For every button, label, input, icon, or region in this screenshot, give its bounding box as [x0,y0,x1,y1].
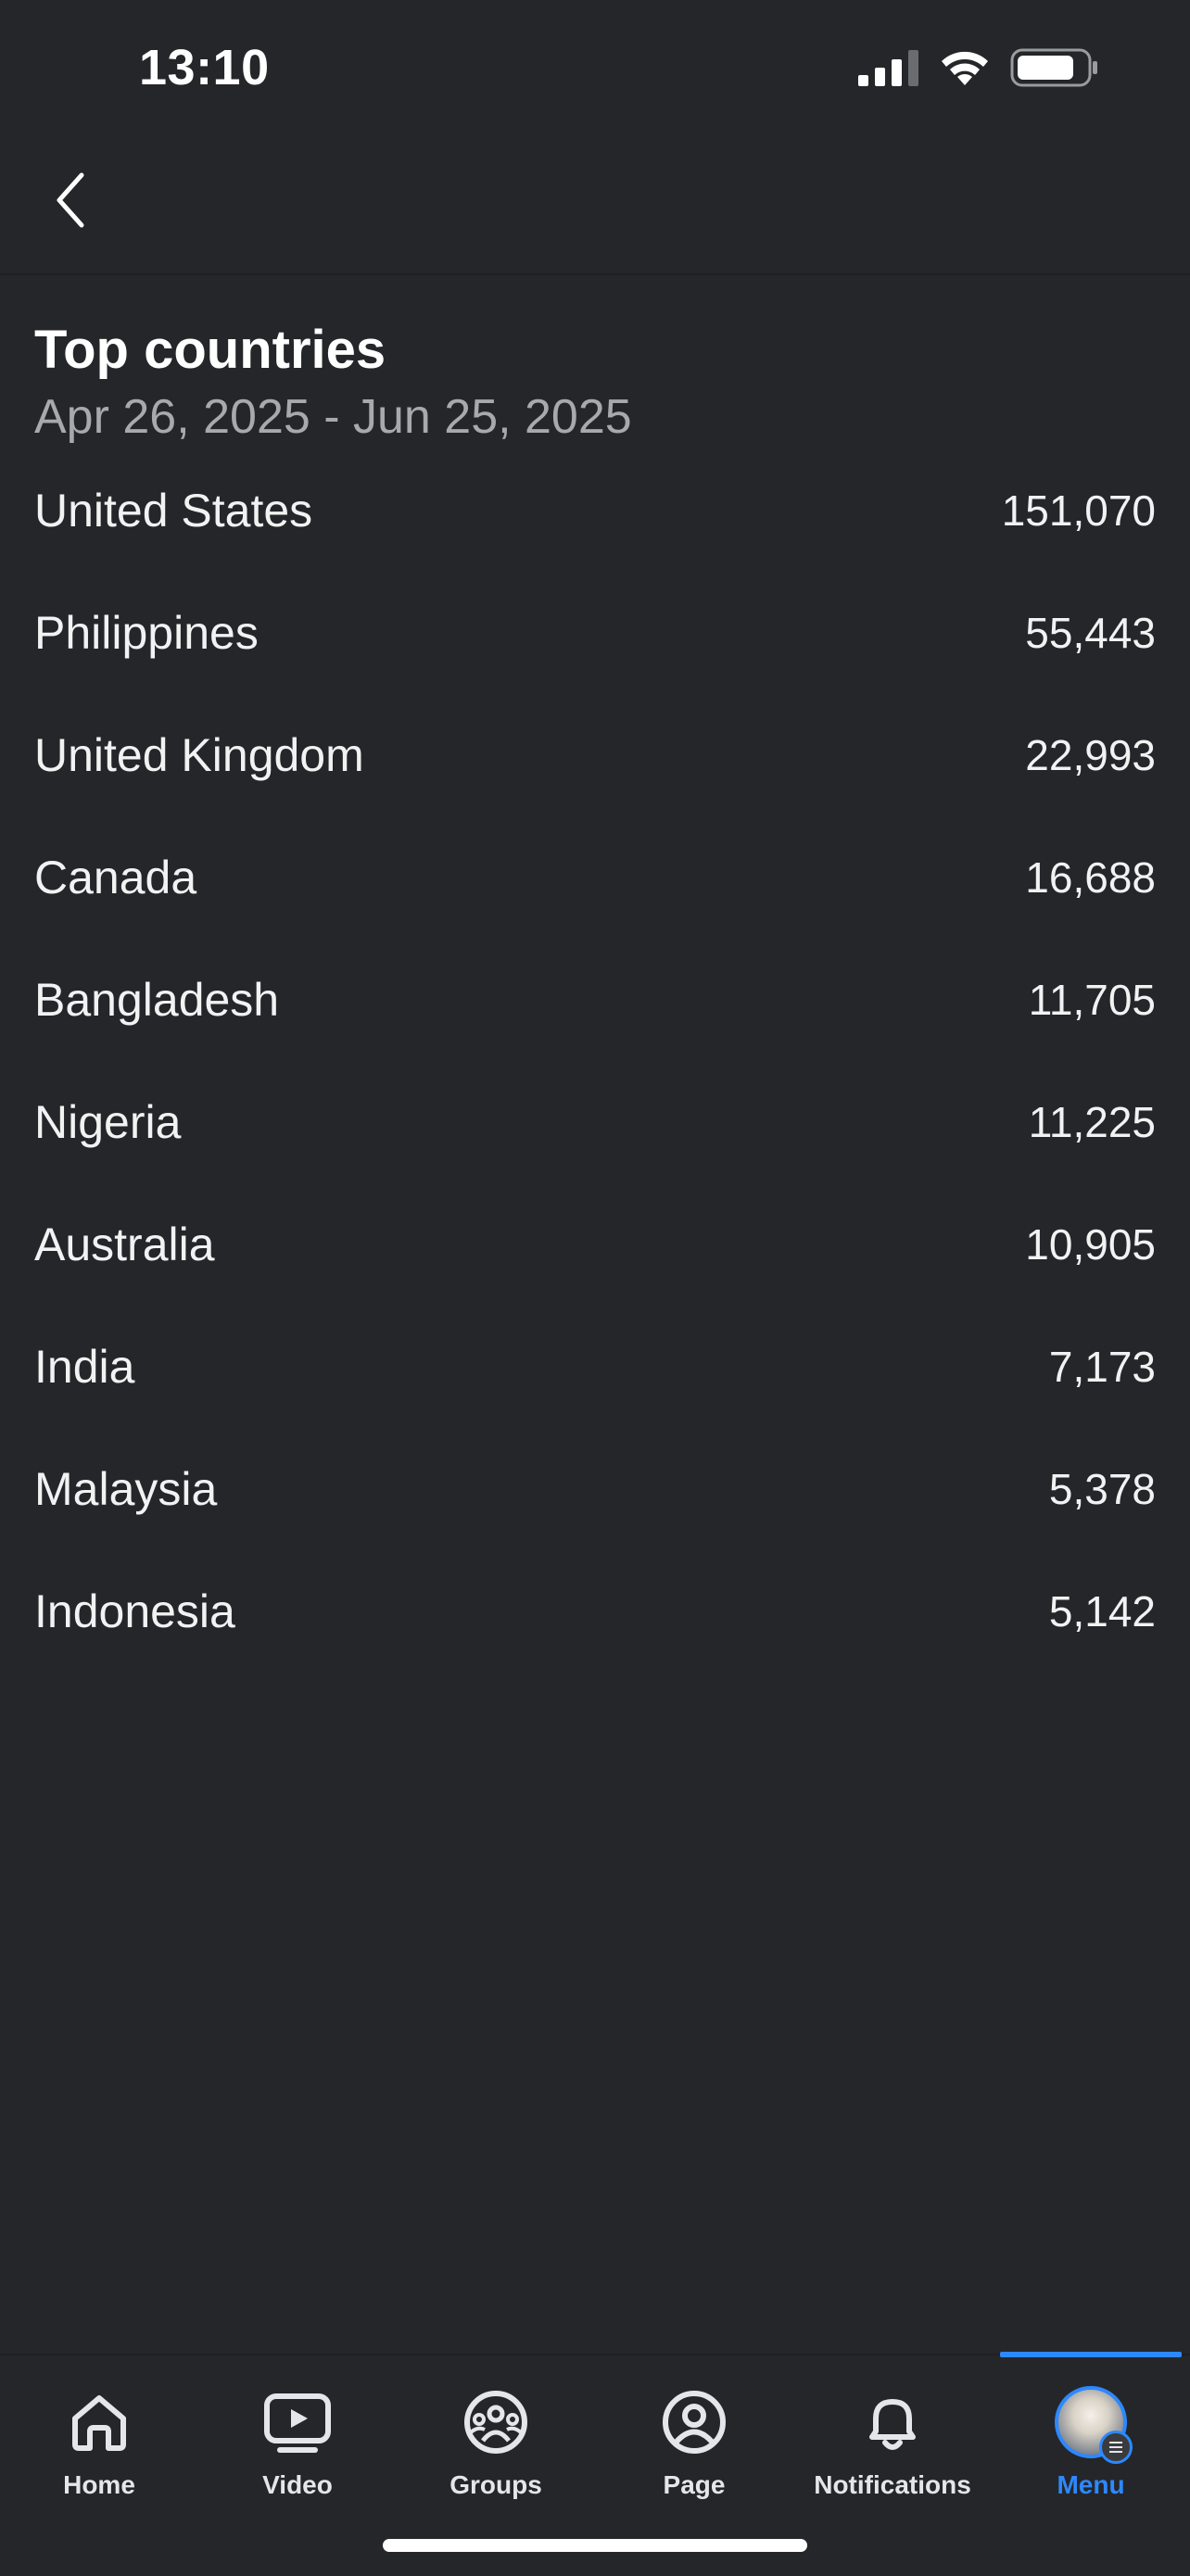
country-name: Malaysia [34,1463,218,1515]
tab-label: Home [63,2470,135,2499]
tab-menu[interactable]: Menu [992,2355,1190,2522]
country-name: United Kingdom [34,729,364,781]
list-item: Bangladesh 11,705 [0,949,1190,1071]
date-range: Apr 26, 2025 - Jun 25, 2025 [34,390,632,444]
home-icon [72,2395,126,2451]
tab-page[interactable]: Page [595,2355,793,2522]
country-value: 10,905 [1025,1220,1156,1269]
video-icon [264,2393,331,2453]
tab-label: Page [663,2470,726,2499]
home-indicator [383,2539,807,2552]
country-value: 5,142 [1048,1587,1156,1635]
list-item: Australia 10,905 [0,1193,1190,1316]
status-time: 13:10 [139,40,270,95]
page-icon [663,2391,726,2454]
country-name: India [34,1341,135,1393]
battery-icon [1010,48,1097,87]
country-name: Indonesia [34,1585,235,1637]
tab-label: Notifications [814,2470,971,2499]
tab-home[interactable]: Home [0,2355,198,2522]
back-button[interactable] [37,167,104,234]
country-value: 55,443 [1025,609,1156,657]
country-value: 11,225 [1028,1098,1156,1146]
country-list: United States 151,070 Philippines 55,443… [0,460,1190,1683]
page-title: Top countries [34,320,386,380]
groups-icon [464,2391,527,2454]
country-name: Nigeria [34,1096,182,1148]
list-item: Canada 16,688 [0,827,1190,949]
list-item: Philippines 55,443 [0,582,1190,704]
country-value: 151,070 [1001,486,1156,535]
country-name: Bangladesh [34,974,280,1026]
status-icons [858,48,1099,87]
chevron-left-icon [57,172,84,228]
tab-video[interactable]: Video [198,2355,397,2522]
tab-notifications[interactable]: Notifications [793,2355,992,2522]
list-item: India 7,173 [0,1316,1190,1438]
menu-badge [1099,2431,1133,2464]
status-bar: 13:10 [0,0,1190,139]
wifi-icon [942,51,988,85]
country-value: 22,993 [1025,731,1156,779]
avatar [1055,2386,1133,2464]
list-item: Malaysia 5,378 [0,1438,1190,1560]
hamburger-menu-icon [1109,2442,1122,2453]
tab-groups[interactable]: Groups [397,2355,595,2522]
country-name: Canada [34,852,197,903]
country-value: 16,688 [1025,853,1156,902]
tab-label: Groups [449,2470,542,2499]
tab-label: Menu [1057,2470,1125,2499]
country-value: 5,378 [1048,1465,1156,1513]
country-name: Australia [34,1219,215,1270]
list-item: Nigeria 11,225 [0,1071,1190,1193]
list-item: Indonesia 5,142 [0,1560,1190,1683]
country-name: United States [34,485,313,537]
tab-label: Video [262,2470,333,2499]
signal-icon [858,50,918,86]
country-value: 11,705 [1028,976,1156,1024]
country-value: 7,173 [1048,1343,1156,1391]
bell-icon [869,2399,916,2450]
list-item: United Kingdom 22,993 [0,704,1190,827]
list-item: United States 151,070 [0,460,1190,582]
country-name: Philippines [34,607,259,659]
header [0,139,1190,275]
